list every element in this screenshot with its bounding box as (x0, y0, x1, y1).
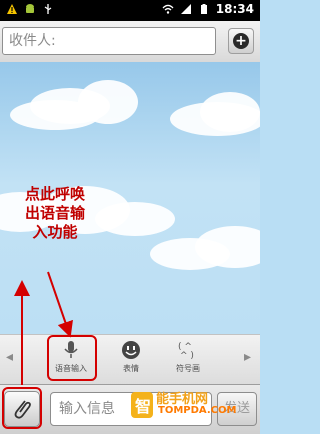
message-input[interactable]: 输入信息 (50, 392, 212, 426)
signal-icon (180, 4, 191, 14)
recipient-input[interactable]: 收件人: (2, 27, 216, 55)
emoticon-button[interactable]: 表情 (108, 340, 154, 380)
symbol-art-button[interactable]: ( ^ ^ ) 符号画 (165, 340, 211, 380)
status-bar: 18:34 (0, 0, 260, 21)
android-icon (26, 4, 34, 13)
scroll-right-icon[interactable]: ▸ (244, 349, 251, 365)
symbol-art-icon: ( ^ ^ ) (178, 342, 194, 360)
smiley-icon (122, 341, 140, 359)
scroll-left-icon[interactable]: ◂ (6, 349, 13, 365)
plus-circle-icon: + (233, 33, 249, 49)
highlight-attach-button (2, 387, 42, 429)
status-time: 18:34 (215, 2, 254, 16)
cloud-decoration (150, 238, 230, 270)
annotation-line: 入功能 (32, 223, 78, 241)
symbol-art-label: 符号画 (176, 364, 200, 373)
add-recipient-button[interactable]: + (228, 28, 254, 54)
recipient-bar: 收件人: + (0, 21, 260, 63)
cloud-decoration (200, 92, 260, 132)
emoticon-label: 表情 (123, 364, 139, 373)
cloud-decoration (10, 100, 100, 130)
usb-icon (44, 4, 52, 14)
annotation-line: 出语音输 (24, 204, 85, 222)
send-button[interactable]: 发送 (217, 392, 257, 426)
annotation-callout: 点此呼唤 出语音输 入功能 (0, 185, 110, 242)
highlight-voice-input (47, 335, 97, 381)
input-tools-bar: ◂ 语音输入 表情 ( ^ ^ ) 符号画 ▸ (0, 334, 260, 385)
annotation-line: 点此呼唤 (24, 185, 85, 203)
warning-icon (7, 4, 17, 14)
svg-text:^ ): ^ ) (180, 351, 194, 360)
wifi-icon (162, 4, 174, 14)
battery-icon (200, 4, 207, 14)
